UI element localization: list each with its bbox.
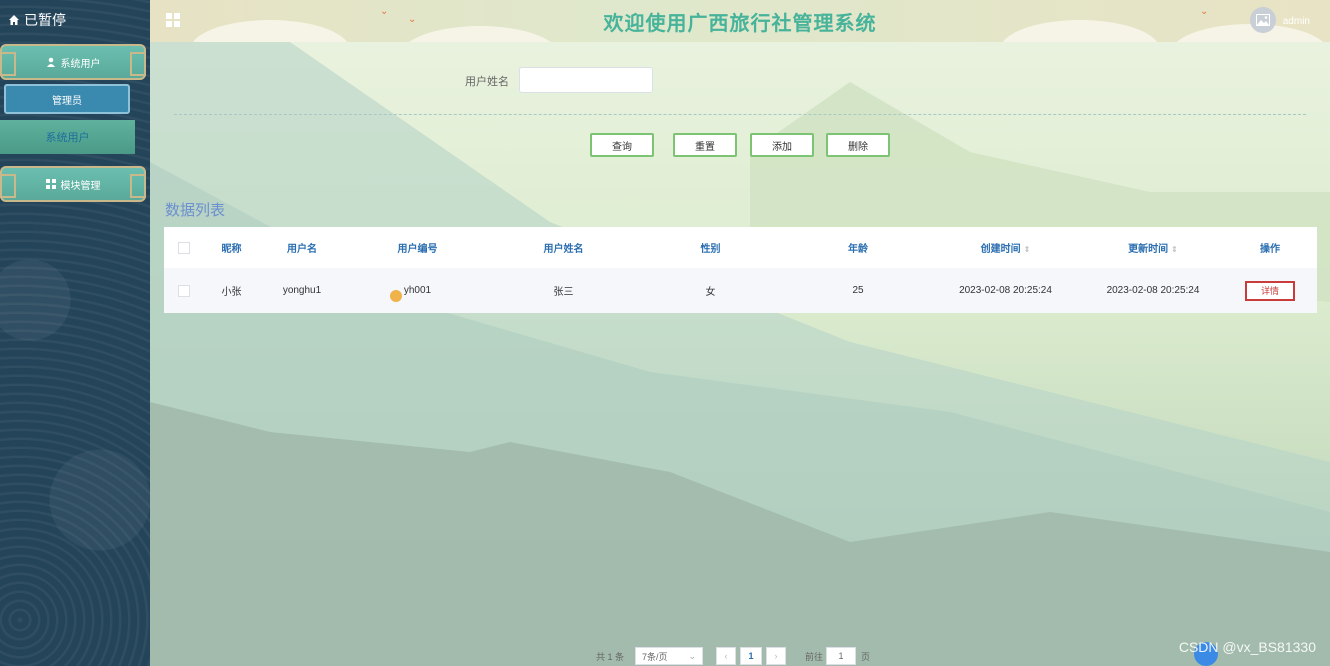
user-name[interactable]: admin — [1283, 16, 1310, 27]
column-header: 用户编号 — [397, 244, 438, 255]
menu-group-modules[interactable]: 模块管理 — [0, 166, 146, 202]
sidebar: 已暂停 系统用户 管理员 系统用户 模块管理 — [0, 0, 150, 666]
action-cell: 详情 — [1227, 280, 1313, 301]
table-cell: yh001 — [403, 285, 432, 296]
delete-button[interactable]: 删除 — [826, 133, 890, 157]
column-header-sortable[interactable]: 更新时间 ⇕ — [1079, 240, 1227, 255]
column-header-sortable[interactable]: 创建时间 ⇕ — [932, 240, 1079, 255]
mountain-background — [150, 42, 1330, 666]
column-header: 用户名 — [287, 244, 317, 255]
next-page-button[interactable]: › — [766, 647, 786, 665]
pagination-total: 共 1 条 — [596, 651, 625, 662]
menu-group-label: 系统用户 — [60, 58, 101, 70]
sort-icon[interactable]: ⇕ — [1171, 245, 1178, 254]
table-cell: 2023-02-08 20:25:24 — [959, 285, 1052, 296]
chevron-down-icon: ⌄ — [688, 650, 696, 661]
avatar[interactable] — [1250, 7, 1276, 33]
data-table: 昵称 用户名 用户编号 用户姓名 性别 年龄 创建时间 ⇕ 更新时间 ⇕ 操作 小张… — [164, 227, 1317, 313]
add-button[interactable]: 添加 — [750, 133, 814, 157]
column-header: 操作 — [1260, 244, 1280, 255]
detail-button[interactable]: 详情 — [1245, 280, 1295, 301]
sidebar-item-label: 系统用户 — [45, 132, 90, 144]
list-title: 数据列表 — [165, 202, 226, 219]
sidebar-item-system-users[interactable]: 系统用户 — [0, 120, 135, 154]
main-content: 用户姓名 查询 重置 添加 删除 数据列表 昵称 用户名 用户编号 用户姓名 性… — [150, 42, 1330, 666]
pagination: 共 1 条 7条/页 ⌄ ‹ 1 › 前往 1 页 — [150, 647, 1330, 666]
reset-button[interactable]: 重置 — [673, 133, 737, 157]
table-cell: 女 — [705, 287, 716, 298]
table-header: 昵称 用户名 用户编号 用户姓名 性别 年龄 创建时间 ⇕ 更新时间 ⇕ 操作 — [164, 227, 1317, 268]
sidebar-item-admin[interactable]: 管理员 — [4, 84, 130, 114]
goto-page-input[interactable]: 1 — [826, 647, 856, 665]
column-header: 年龄 — [848, 244, 868, 255]
page-suffix: 页 — [861, 651, 871, 662]
prev-page-button[interactable]: ‹ — [716, 647, 736, 665]
column-header: 昵称 — [221, 244, 242, 255]
search-label: 用户姓名 — [465, 76, 509, 88]
header: ⌄ ⌄ ⌄ 欢迎使用广西旅行社管理系统 admin — [150, 0, 1330, 42]
chevron-left-icon: ‹ — [724, 651, 728, 661]
grid-icon — [45, 179, 56, 189]
sidebar-item-label: 管理员 — [52, 95, 82, 107]
goto-label: 前往 — [805, 651, 824, 662]
brand-label: 已暂停 — [24, 12, 66, 28]
query-button[interactable]: 查询 — [590, 133, 654, 157]
page-size-select[interactable]: 7条/页 ⌄ — [635, 647, 703, 665]
divider — [174, 114, 1306, 115]
sort-icon[interactable]: ⇕ — [1024, 245, 1031, 254]
menu-group-label: 模块管理 — [60, 180, 101, 192]
column-header: 用户姓名 — [543, 244, 584, 255]
mouse-cursor-indicator — [390, 290, 402, 302]
watermark: CSDN @vx_BS81330 — [1178, 639, 1316, 655]
image-icon — [1256, 14, 1270, 26]
table-cell: 2023-02-08 20:25:24 — [1106, 285, 1200, 296]
column-label: 创建时间 — [980, 244, 1021, 255]
search-input[interactable] — [519, 67, 653, 93]
select-all-checkbox[interactable] — [178, 241, 190, 254]
table-cell: yonghu1 — [282, 285, 322, 296]
column-header: 性别 — [700, 244, 721, 255]
brand[interactable]: 已暂停 — [8, 10, 66, 30]
table-cell: 张三 — [553, 287, 574, 298]
chevron-right-icon: › — [774, 651, 778, 661]
page-title: 欢迎使用广西旅行社管理系统 — [603, 13, 877, 35]
column-label: 更新时间 — [1128, 244, 1169, 255]
home-icon — [9, 15, 19, 25]
page-number-current[interactable]: 1 — [740, 647, 762, 665]
table-cell: 25 — [852, 285, 864, 296]
page-size-value: 7条/页 — [642, 651, 668, 662]
header-checkbox-cell[interactable] — [164, 241, 204, 254]
row-checkbox-cell[interactable] — [164, 284, 204, 297]
table-row: 小张 yonghu1 yh001 张三 女 25 2023-02-08 20:2… — [164, 268, 1317, 313]
table-cell: 小张 — [221, 287, 242, 298]
user-icon — [46, 57, 55, 67]
menu-group-system-users[interactable]: 系统用户 — [0, 44, 146, 80]
row-checkbox[interactable] — [178, 284, 190, 297]
